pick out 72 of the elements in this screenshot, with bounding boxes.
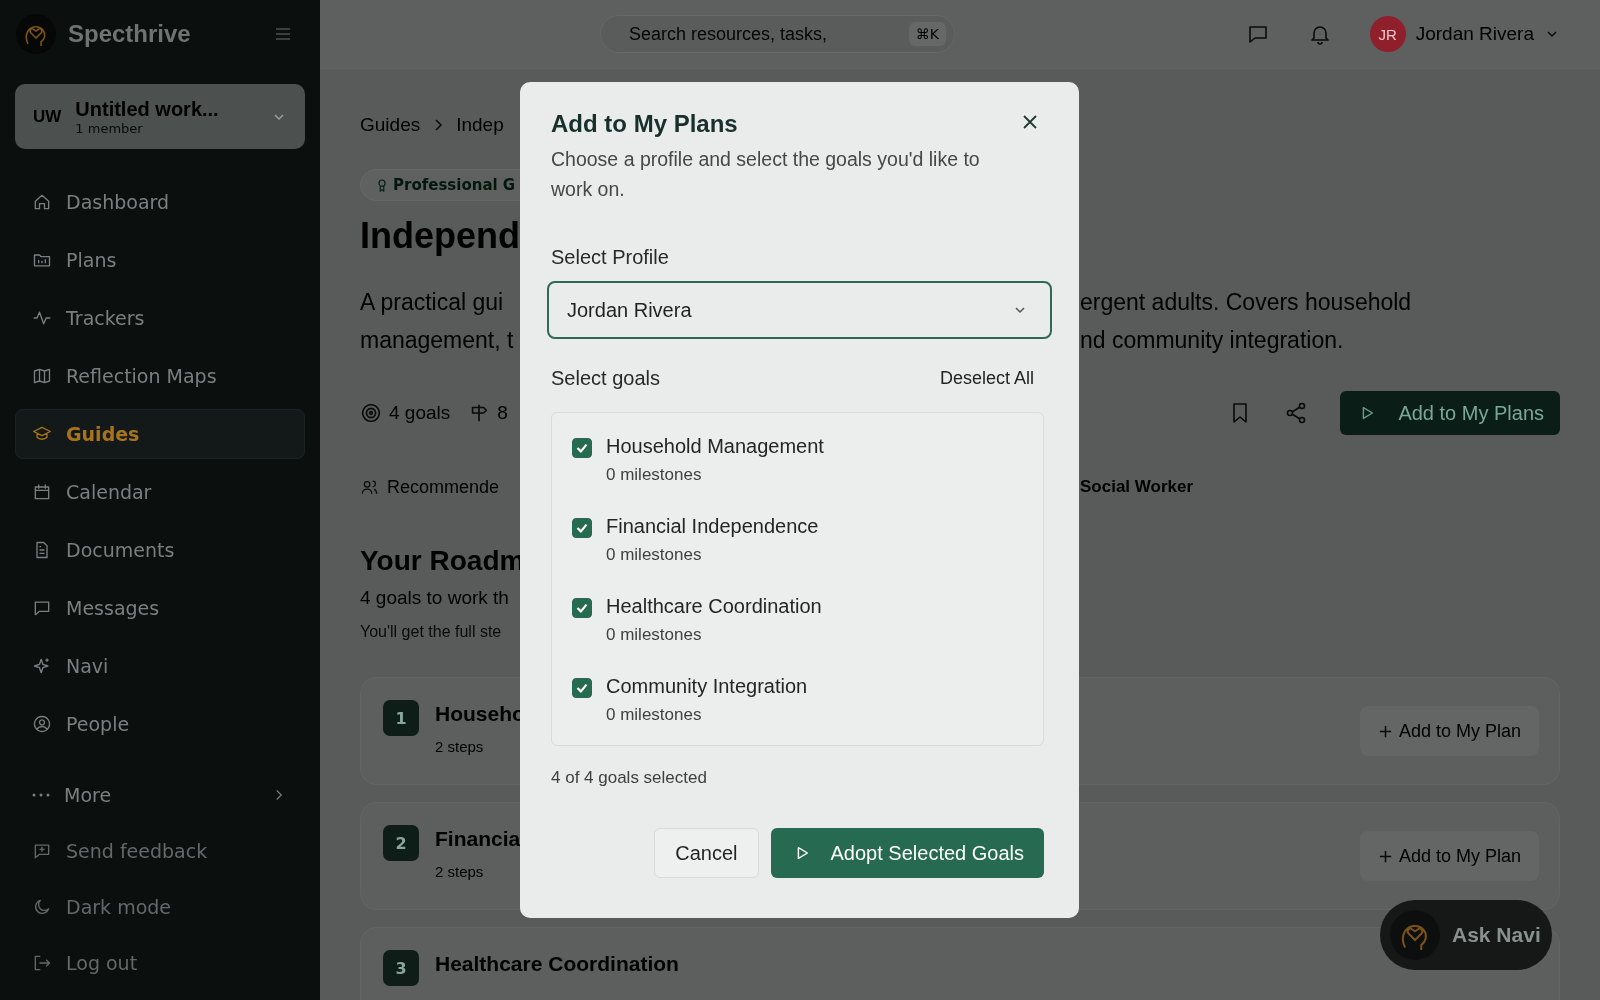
breadcrumb-current: Indep bbox=[456, 114, 504, 136]
more-menu[interactable]: More bbox=[15, 771, 305, 819]
nav-item[interactable]: Plans bbox=[15, 235, 305, 286]
field-label: Select Profile bbox=[551, 246, 669, 269]
sidebar-action[interactable]: Dark mode bbox=[15, 883, 305, 931]
nav-item[interactable]: Dashboard bbox=[15, 177, 305, 228]
milestone-count: 0 milestones bbox=[606, 545, 702, 565]
checkbox[interactable] bbox=[572, 438, 592, 458]
ask-navi-button[interactable]: Ask Navi bbox=[1380, 900, 1552, 970]
selection-summary: 4 of 4 goals selected bbox=[551, 768, 707, 788]
milestone-count: 0 milestones bbox=[606, 705, 702, 725]
adopt-button[interactable]: Adopt Selected Goals bbox=[770, 828, 1044, 878]
nav-item[interactable]: Trackers bbox=[15, 293, 305, 344]
more-icon bbox=[32, 792, 50, 797]
search-input[interactable]: Search resources, tasks, bbox=[627, 22, 909, 46]
step-count: 2 steps bbox=[435, 738, 484, 755]
add-to-plan-button[interactable]: Add to My Plan bbox=[1359, 706, 1539, 756]
logo-icon bbox=[1390, 910, 1440, 960]
add-to-plan-button[interactable]: Add to My Plan bbox=[1359, 831, 1539, 881]
goal-name: Healthcare Coordination bbox=[606, 595, 822, 618]
profile-select[interactable]: Jordan Rivera bbox=[547, 281, 1052, 339]
goal-name: Household Management bbox=[606, 435, 824, 458]
section-note: You'll get the full ste bbox=[360, 623, 503, 641]
logo-icon bbox=[16, 14, 56, 54]
step-number: 3 bbox=[383, 950, 419, 986]
dialog-title: Add to My Plans bbox=[551, 110, 738, 138]
checkbox[interactable] bbox=[572, 598, 592, 618]
sidebar-action[interactable]: Log out bbox=[15, 939, 305, 986]
nav-item[interactable]: Messages bbox=[15, 583, 305, 634]
section-title: Your Roadm bbox=[360, 545, 520, 577]
description-text: ergent adults. Covers household bbox=[1080, 288, 1413, 316]
target-icon bbox=[360, 402, 382, 424]
nav-item[interactable]: Calendar bbox=[15, 467, 305, 518]
goal-title: Healthcare Coordination bbox=[435, 952, 679, 976]
goal-title: Financia bbox=[435, 827, 521, 851]
milestone-count: 0 milestones bbox=[606, 465, 702, 485]
stat-label: 4 goals bbox=[389, 402, 451, 424]
recommended-label: Recommende bbox=[387, 476, 500, 498]
add-to-plans-button[interactable]: Add to My Plans bbox=[1340, 391, 1560, 435]
user-menu[interactable]: JR Jordan Rivera bbox=[1369, 16, 1560, 52]
breadcrumb-link[interactable]: Guides bbox=[360, 114, 421, 136]
plus-icon bbox=[1377, 723, 1393, 739]
nav-item[interactable]: Documents bbox=[15, 525, 305, 576]
guide-title: Independ bbox=[360, 215, 520, 257]
recommended-role: Social Worker bbox=[1080, 477, 1194, 497]
search-field[interactable]: Search resources, tasks, ⌘K bbox=[600, 15, 955, 53]
goal-name: Community Integration bbox=[606, 675, 808, 698]
dialog-description: Choose a profile and select the goals you'd like to work on. bbox=[551, 147, 981, 202]
description-text: management, t bbox=[360, 326, 515, 354]
nav-item[interactable]: Reflection Maps bbox=[15, 351, 305, 402]
plus-icon bbox=[1377, 848, 1393, 864]
checkbox[interactable] bbox=[572, 678, 592, 698]
field-label: Select goals bbox=[551, 367, 660, 390]
step-number: 1 bbox=[383, 700, 419, 736]
deselect-all-button[interactable]: Deselect All bbox=[939, 368, 1048, 389]
sidebar-action[interactable]: Send feedback bbox=[15, 827, 305, 875]
cancel-button[interactable]: Cancel bbox=[654, 828, 759, 878]
description-text: A practical gui bbox=[360, 288, 505, 316]
nav-item[interactable]: Navi bbox=[15, 641, 305, 692]
step-count: 2 steps bbox=[435, 863, 484, 880]
brand-name: Specthrive bbox=[68, 20, 192, 48]
goal-name: Financial Independence bbox=[606, 515, 819, 538]
nav-item[interactable]: Guides bbox=[15, 409, 305, 460]
shortcut-hint: ⌘K bbox=[908, 22, 946, 46]
nav-item[interactable]: People bbox=[15, 699, 305, 750]
step-number: 2 bbox=[383, 825, 419, 861]
milestone-count: 0 milestones bbox=[606, 625, 702, 645]
description-text: nd community integration. bbox=[1080, 326, 1345, 354]
section-subtitle: 4 goals to work th bbox=[360, 587, 510, 609]
user-avatar: JR bbox=[1369, 16, 1406, 52]
checkbox[interactable] bbox=[572, 518, 592, 538]
stat-label: 8 bbox=[497, 402, 508, 424]
